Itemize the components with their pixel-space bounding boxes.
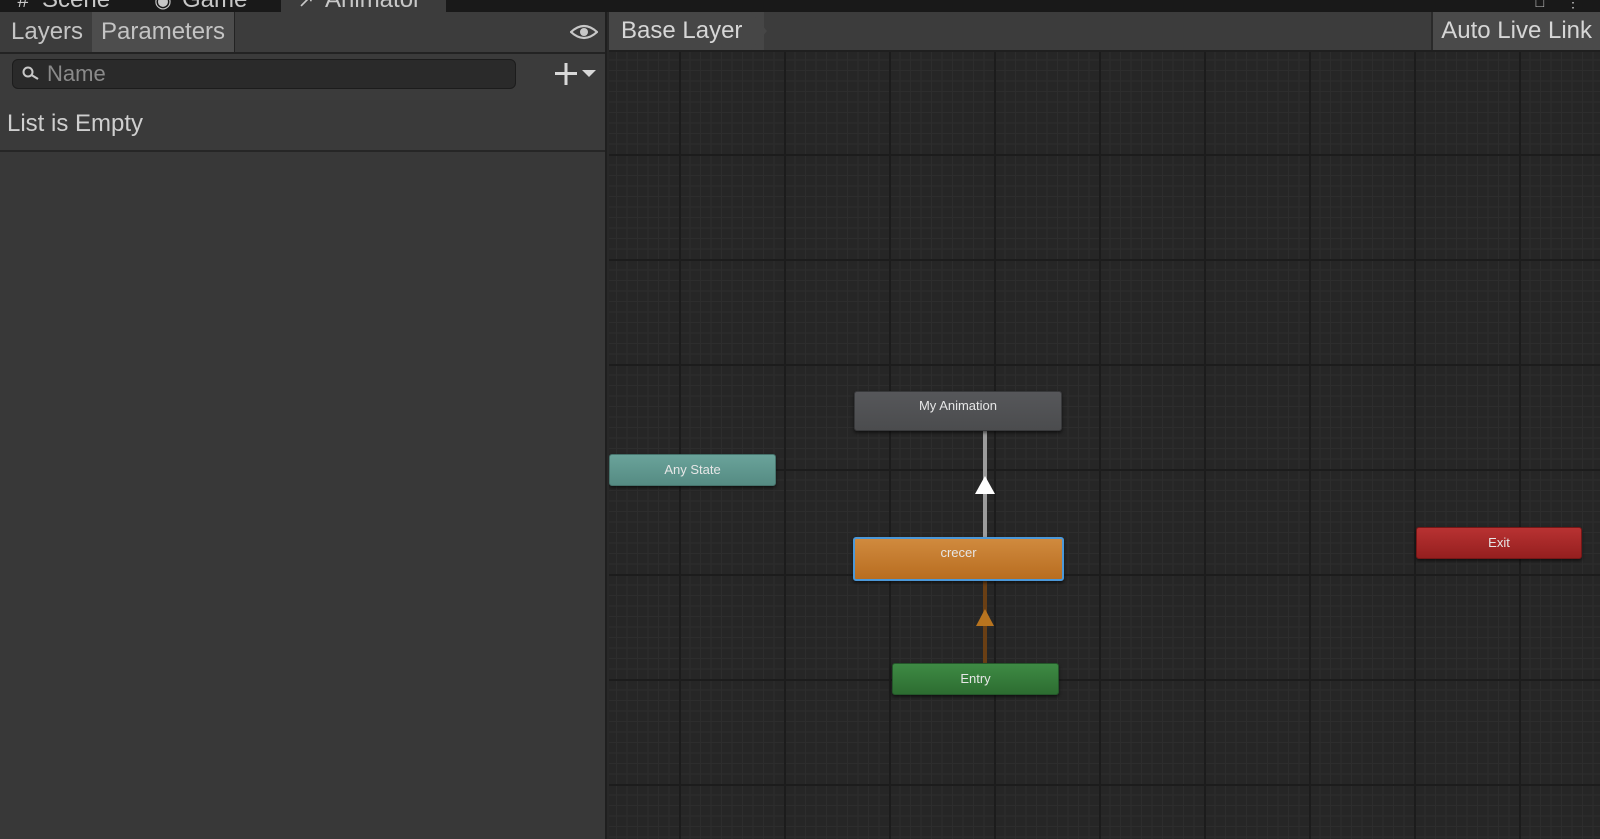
auto-live-link-button[interactable]: Auto Live Link	[1431, 12, 1600, 50]
eye-icon[interactable]	[570, 24, 598, 40]
maximize-icon[interactable]: □	[1536, 0, 1544, 10]
parameter-list: List is Empty	[0, 100, 605, 152]
state-exit[interactable]: Exit	[1416, 527, 1582, 559]
window-tab-label: Game	[182, 0, 247, 12]
tab-parameters[interactable]: Parameters	[92, 12, 236, 52]
window-tab-animator[interactable]: ↗ Animator	[281, 0, 446, 12]
left-panel: Layers Parameters List is Empty	[0, 12, 607, 839]
parameter-search-row	[0, 54, 605, 102]
state-my-animation[interactable]: My Animation	[854, 391, 1062, 431]
chevron-down-icon	[582, 70, 596, 77]
graph-toolbar: Base Layer Auto Live Link	[609, 12, 1600, 52]
empty-list-message: List is Empty	[7, 110, 144, 137]
window-tab-scene[interactable]: # Scene	[12, 0, 110, 12]
transition-arrow-icon	[975, 476, 995, 494]
window-tab-game[interactable]: ◉ Game	[152, 0, 247, 12]
animator-icon: ↗	[297, 0, 315, 12]
tab-layers[interactable]: Layers	[2, 12, 92, 52]
window-tab-label: Scene	[42, 0, 110, 12]
add-parameter-dropdown[interactable]	[552, 60, 600, 88]
state-any-state[interactable]: Any State	[609, 454, 776, 486]
plus-icon	[555, 63, 577, 85]
parameter-search[interactable]	[12, 59, 516, 89]
left-panel-tabs: Layers Parameters	[0, 12, 605, 54]
transition-arrow-icon	[976, 609, 994, 626]
gamepad-icon: ◉	[154, 0, 172, 12]
window-tab-label: Animator	[325, 0, 421, 12]
window-tab-strip: # Scene ◉ Game ↗ Animator □ ⋮	[0, 0, 1600, 12]
animator-graph[interactable]: My Animation Any State crecer Entry Exit	[609, 52, 1600, 839]
window-controls[interactable]: □ ⋮	[1536, 0, 1580, 11]
breadcrumb[interactable]: Base Layer	[609, 12, 765, 50]
state-entry[interactable]: Entry	[892, 663, 1059, 695]
hash-icon: #	[17, 0, 29, 12]
transition-links	[975, 431, 995, 663]
more-options-icon[interactable]: ⋮	[1566, 0, 1580, 10]
search-input[interactable]	[47, 60, 507, 88]
breadcrumb-arrow	[751, 12, 767, 50]
state-crecer[interactable]: crecer	[853, 537, 1064, 581]
search-icon	[22, 66, 39, 80]
